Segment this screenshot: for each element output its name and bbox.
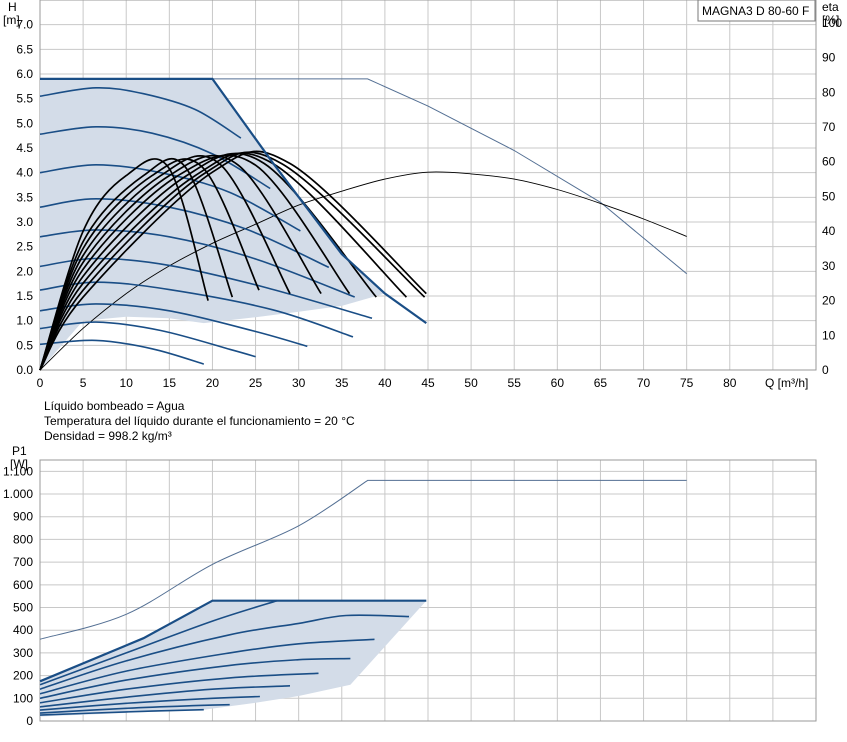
eta-tick-label: 70: [822, 120, 836, 134]
eta-tick-label: 40: [822, 224, 836, 238]
power-tick-label: 0: [26, 714, 33, 728]
y-tick-label: 5.5: [16, 92, 33, 106]
eta-tick-label: 80: [822, 85, 836, 99]
y-tick-label: 6.5: [16, 42, 33, 56]
eta-axis-unit: [%]: [822, 13, 839, 27]
power-tick-label: 1.000: [3, 487, 33, 501]
y-tick-label: 0.0: [16, 363, 33, 377]
eta-tick-label: 50: [822, 189, 836, 203]
head-chart-curves: [39, 77, 688, 371]
power-tick-label: 600: [13, 578, 33, 592]
x-tick-label: 60: [551, 376, 565, 390]
x-tick-label: 20: [206, 376, 220, 390]
x-tick-label: 30: [292, 376, 306, 390]
power-operating-area: [40, 600, 427, 717]
eta-axis-name: eta: [822, 0, 839, 14]
x-tick-label: 5: [80, 376, 87, 390]
eta-tick-label: 0: [822, 363, 829, 377]
head-chart-x-tick-labels: 0 5 10 15 20 25 30 35 40 45 50 55 60 65 70 75 80: [37, 376, 737, 390]
power-tick-label: 100: [13, 691, 33, 705]
power-tick-label: 900: [13, 510, 33, 524]
power-tick-label: 700: [13, 555, 33, 569]
x-tick-label: 15: [163, 376, 177, 390]
eta-tick-label: 20: [822, 294, 836, 308]
x-tick-label: 25: [249, 376, 263, 390]
power-tick-label: 300: [13, 646, 33, 660]
x-tick-label: 45: [421, 376, 435, 390]
x-tick-label: 75: [680, 376, 694, 390]
head-chart-y-tick-labels: 0.0 0.5 1.0 1.5 2.0 2.5 3.0 3.5 4.0 4.5 5.0 5.5 6.0 6…: [16, 18, 33, 377]
x-tick-label: 35: [335, 376, 349, 390]
head-speed-curve: [39, 339, 205, 365]
x-tick-label: 70: [637, 376, 651, 390]
y-tick-label: 6.0: [16, 67, 33, 81]
x-tick-label: 65: [594, 376, 608, 390]
eta-tick-label: 30: [822, 259, 836, 273]
x-tick-label: 0: [37, 376, 44, 390]
info-temperature: Temperatura del líquido durante el funci…: [44, 414, 355, 428]
flow-axis-label: Q [m³/h]: [765, 376, 808, 390]
info-liquid: Líquido bombeado = Agua: [44, 399, 185, 413]
power-tick-label: 500: [13, 601, 33, 615]
eta-tick-label: 90: [822, 51, 836, 65]
power-tick-label: 200: [13, 669, 33, 683]
pump-performance-chart: 0 5 10 15 20 25 30 35 40 45 50 55 60 65 70 75 80 0.0 0.5 1…: [3, 0, 842, 728]
eta-tick-label: 60: [822, 155, 836, 169]
y-tick-label: 0.5: [16, 338, 33, 352]
x-tick-label: 40: [378, 376, 392, 390]
power-chart: 01002003004005006007008009001.0001.100 P…: [3, 444, 817, 728]
model-label: MAGNA3 D 80-60 F: [702, 4, 809, 18]
y-tick-label: 5.0: [16, 116, 33, 130]
y-tick-label: 2.0: [16, 264, 33, 278]
eta-tick-label: 10: [822, 328, 836, 342]
head-axis-name: H: [8, 0, 17, 14]
power-tick-label: 800: [13, 532, 33, 546]
y-tick-label: 3.5: [16, 190, 33, 204]
power-axis-name: P1: [12, 444, 27, 458]
x-tick-label: 50: [464, 376, 478, 390]
power-axis-unit: [W]: [10, 457, 28, 471]
y-tick-label: 3.0: [16, 215, 33, 229]
y-tick-label: 2.5: [16, 240, 33, 254]
x-tick-label: 55: [508, 376, 522, 390]
power-tick-label: 400: [13, 623, 33, 637]
y-tick-label: 1.0: [16, 314, 33, 328]
power-chart-curves: [39, 479, 687, 717]
y-tick-label: 1.5: [16, 289, 33, 303]
x-tick-label: 80: [723, 376, 737, 390]
x-tick-label: 10: [120, 376, 134, 390]
power-chart-y-tick-labels: 01002003004005006007008009001.0001.100: [3, 464, 33, 728]
info-density: Densidad = 998.2 kg/m³: [44, 429, 172, 443]
y-tick-label: 4.5: [16, 141, 33, 155]
head-axis-unit: [m]: [3, 13, 20, 27]
head-chart-eta-tick-labels: 0102030405060708090100: [822, 16, 842, 377]
head-chart: 0 5 10 15 20 25 30 35 40 45 50 55 60 65 70 75 80 0.0 0.5 1…: [3, 0, 842, 390]
y-tick-label: 4.0: [16, 166, 33, 180]
